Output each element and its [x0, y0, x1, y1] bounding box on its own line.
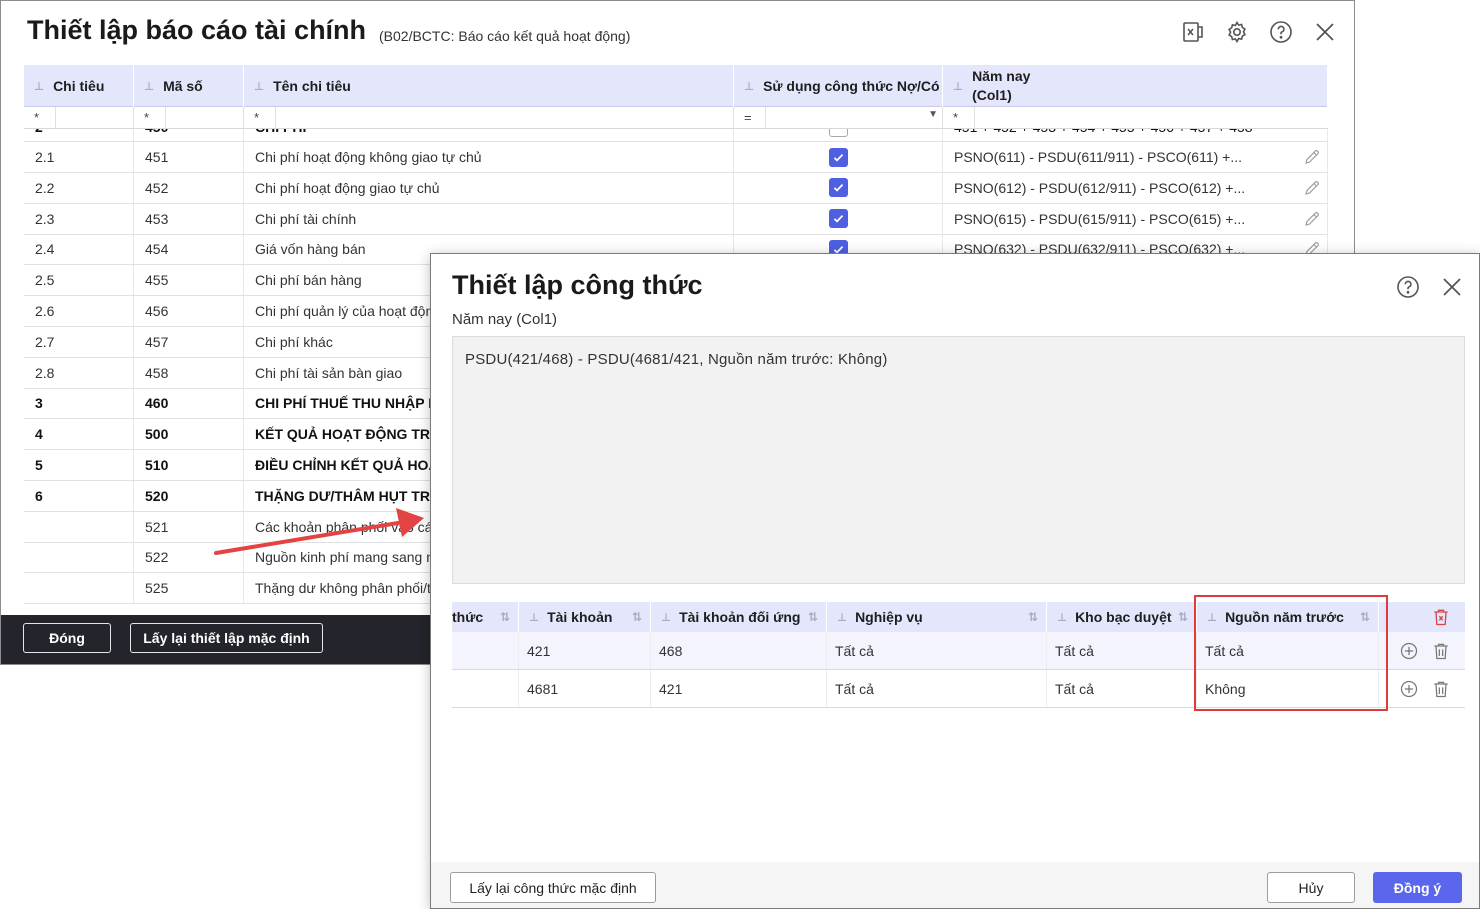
pin-icon: ⊥ [837, 611, 848, 624]
excel-icon[interactable] [1179, 18, 1207, 46]
dialog-footer: Lấy lại công thức mặc định Hủy Đồng ý [431, 862, 1479, 908]
filter-op[interactable]: = [744, 110, 752, 125]
reset-settings-button[interactable]: Lấy lại thiết lập mặc định [130, 623, 323, 653]
ok-button[interactable]: Đồng ý [1373, 872, 1462, 903]
pin-icon: ⊥ [661, 611, 672, 624]
checkbox-checked[interactable] [828, 209, 848, 229]
col-header-account[interactable]: ⊥ Tài khoản ⇅ [519, 602, 651, 632]
close-button[interactable]: Đóng [23, 623, 111, 653]
filter-select-use-formula[interactable]: ▼ [765, 107, 943, 129]
sort-icon[interactable]: ⇅ [808, 610, 818, 624]
dialog-title: Thiết lập công thức [452, 270, 703, 300]
filter-op[interactable]: * [34, 110, 39, 125]
close-icon[interactable] [1438, 273, 1466, 301]
checkbox[interactable] [828, 129, 848, 137]
trash-icon[interactable] [1431, 641, 1451, 661]
add-icon[interactable] [1399, 641, 1419, 661]
add-icon[interactable] [1399, 679, 1419, 699]
pin-icon: ⊥ [144, 80, 155, 93]
filter-input-code[interactable] [55, 107, 134, 129]
filter-op[interactable]: * [953, 110, 958, 125]
help-icon[interactable] [1394, 273, 1422, 301]
col-header-current-year[interactable]: ⊥ Năm nay (Col1) [943, 65, 1328, 107]
grid-header: ⊥ Chi tiêu ⊥ Mã số ⊥ Tên chi tiêu ⊥ Sử dụng … [24, 65, 1328, 107]
formula-text: PSNO(612) - PSDU(612/911) - PSCO(612) +.… [954, 179, 1246, 196]
dialog-subtitle: Năm nay (Col1) [452, 311, 558, 328]
col-header-name[interactable]: ⊥ Tên chi tiêu [244, 65, 734, 107]
col-header-formula[interactable]: thức ⇅ [452, 602, 519, 632]
col-header-operation[interactable]: ⊥ Nghiệp vụ ⇅ [827, 602, 1047, 632]
pin-icon: ⊥ [953, 80, 964, 93]
filter-op[interactable]: * [254, 110, 259, 125]
pin-icon: ⊥ [1057, 611, 1068, 624]
pin-icon: ⊥ [744, 80, 755, 93]
highlight-box [1194, 595, 1388, 711]
close-icon[interactable] [1311, 18, 1339, 46]
table-row[interactable]: 2.3 453 Chi phí tài chính PSNO(615) - PSDU(… [24, 203, 1328, 235]
col-header-use-formula[interactable]: ⊥ Sử dụng công thức Nợ/Có [734, 65, 943, 107]
checkbox-checked[interactable] [828, 147, 848, 167]
col-header-counter-account[interactable]: ⊥ Tài khoản đối ứng ⇅ [651, 602, 827, 632]
sort-icon[interactable]: ⇅ [632, 610, 642, 624]
trash-icon[interactable] [1431, 679, 1451, 699]
window-subtitle: (B02/BCTC: Báo cáo kết quả hoạt động) [379, 28, 631, 44]
cancel-button[interactable]: Hủy [1267, 872, 1355, 903]
filter-row: * * * = ▼ * [24, 107, 1328, 129]
window-title: Thiết lập báo cáo tài chính [27, 15, 367, 45]
pin-icon: ⊥ [254, 80, 265, 93]
filter-input-name[interactable] [275, 107, 734, 129]
help-icon[interactable] [1267, 18, 1295, 46]
edit-pencil-icon[interactable] [1303, 210, 1321, 228]
col-header-code[interactable]: ⊥ Chi tiêu [24, 65, 134, 107]
table-row[interactable]: 2.1 451 Chi phí hoạt động không giao tự ch… [24, 142, 1328, 173]
col-header-number[interactable]: ⊥ Mã số [134, 65, 244, 107]
checkbox-checked[interactable] [828, 178, 848, 198]
col-header-treasury[interactable]: ⊥ Kho bạc duyệt ⇅ [1047, 602, 1197, 632]
formula-text: PSNO(611) - PSDU(611/911) - PSCO(611) +.… [954, 149, 1243, 165]
formula-text: PSNO(615) - PSDU(615/911) - PSCO(615) +.… [954, 210, 1246, 227]
edit-pencil-icon[interactable] [1303, 179, 1321, 197]
edit-pencil-icon[interactable] [1303, 148, 1321, 166]
sort-icon[interactable]: ⇅ [1028, 610, 1038, 624]
pin-icon: ⊥ [34, 80, 45, 93]
filter-op[interactable]: * [144, 110, 149, 125]
formula-textarea[interactable]: PSDU(421/468) - PSDU(4681/421, Nguồn năm… [452, 336, 1465, 584]
table-row-partial[interactable]: 2 450 CHI PHÍ 451 + 452 + 453 + 454 + 45… [24, 129, 1328, 142]
sort-icon[interactable]: ⇅ [500, 610, 510, 624]
formula-dialog: Thiết lập công thức Năm nay (Col1) PSDU(… [430, 253, 1480, 909]
filter-input-current-year[interactable] [974, 107, 1328, 129]
sort-icon[interactable]: ⇅ [1178, 610, 1188, 624]
pin-icon: ⊥ [529, 611, 540, 624]
delete-all-icon[interactable] [1431, 607, 1451, 627]
reset-formula-button[interactable]: Lấy lại công thức mặc định [450, 872, 656, 903]
gear-icon[interactable] [1223, 18, 1251, 46]
table-row[interactable]: 2.2 452 Chi phí hoạt động giao tự chủ PSNO(… [24, 172, 1328, 204]
chevron-down-icon: ▼ [928, 109, 938, 120]
filter-input-number[interactable] [165, 107, 244, 129]
